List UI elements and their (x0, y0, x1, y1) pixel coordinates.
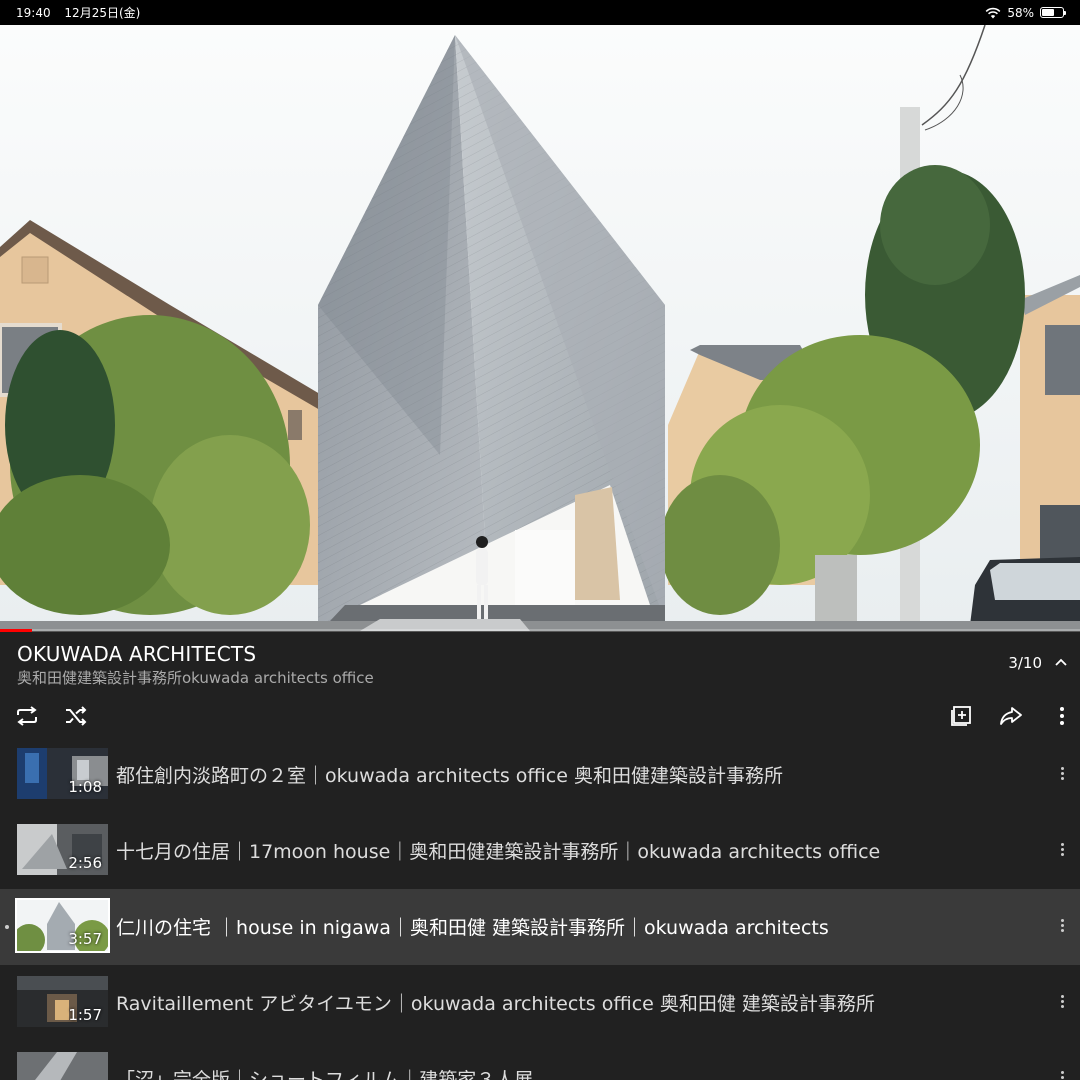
playlist-header: OKUWADA ARCHITECTS 奥和田健建築設計事務所okuwada ar… (0, 632, 1080, 742)
video-player[interactable] (0, 25, 1080, 631)
battery-level (1042, 9, 1054, 16)
save-to-playlist-button[interactable] (947, 702, 975, 730)
share-icon (1000, 707, 1022, 725)
battery-icon (1040, 7, 1066, 18)
video-title: Ravitaillement アビタイユモン｜okuwada architect… (116, 993, 875, 1015)
shuffle-button[interactable] (62, 702, 90, 730)
more-vert-icon[interactable] (1056, 991, 1068, 1011)
save-to-playlist-icon (951, 706, 971, 726)
playlist-items: 1:08 都住創内淡路町の２室｜okuwada architects offic… (0, 737, 1080, 1080)
more-vert-icon[interactable] (1056, 763, 1068, 783)
video-duration: 1:08 (68, 778, 102, 796)
video-frame (0, 25, 1080, 631)
video-duration: 1:57 (68, 1006, 102, 1024)
video-thumbnail[interactable]: 1:57 (17, 976, 108, 1027)
more-vert-icon[interactable] (1056, 915, 1068, 935)
more-vert-icon[interactable] (1056, 1067, 1068, 1080)
shuffle-icon (66, 706, 87, 726)
video-thumbnail[interactable] (17, 1052, 108, 1080)
playlist-item[interactable]: 1:57 Ravitaillement アビタイユモン｜okuwada arch… (0, 965, 1080, 1041)
repeat-button[interactable] (13, 702, 41, 730)
more-vert-icon[interactable] (1056, 839, 1068, 859)
status-date: 12月25日(金) (64, 6, 141, 20)
more-vert-icon (1060, 707, 1064, 725)
video-title: 十七月の住居｜17moon house｜奥和田健建築設計事務所｜okuwada … (116, 841, 881, 863)
video-thumbnail[interactable]: 1:08 (17, 748, 108, 799)
playlist-position: 3/10 (1008, 654, 1042, 672)
now-playing-indicator (5, 925, 9, 929)
video-duration: 2:56 (68, 854, 102, 872)
thumbnail-image (17, 1052, 108, 1080)
video-thumbnail[interactable]: 3:57 (15, 898, 110, 953)
playlist-item[interactable]: 2:56 十七月の住居｜17moon house｜奥和田健建築設計事務所｜oku… (0, 813, 1080, 889)
playlist-channel: 奥和田健建築設計事務所okuwada architects office (17, 669, 374, 687)
wifi-icon (985, 7, 1001, 18)
chevron-up-icon[interactable] (1050, 652, 1072, 672)
video-thumbnail[interactable]: 2:56 (17, 824, 108, 875)
repeat-icon (17, 706, 37, 726)
video-title: 都住創内淡路町の２室｜okuwada architects office 奥和田… (116, 765, 783, 787)
video-duration: 3:57 (68, 930, 102, 948)
video-title: 「沼」完全版｜ショートフィルム｜建築家３人展 (116, 1069, 534, 1080)
playlist-title: OKUWADA ARCHITECTS (17, 642, 257, 666)
playlist-item-current[interactable]: 3:57 仁川の住宅 ｜house in nigawa｜奥和田健 建築設計事務所… (0, 889, 1080, 965)
playlist-item[interactable]: 1:08 都住創内淡路町の２室｜okuwada architects offic… (0, 737, 1080, 813)
video-title: 仁川の住宅 ｜house in nigawa｜奥和田健 建築設計事務所｜okuw… (116, 917, 829, 939)
more-options-button[interactable] (1048, 702, 1076, 730)
status-time: 19:40 (16, 6, 51, 20)
battery-percent: 58% (1007, 5, 1034, 20)
playlist-item[interactable]: 「沼」完全版｜ショートフィルム｜建築家３人展 (0, 1041, 1080, 1080)
share-button[interactable] (997, 702, 1025, 730)
status-bar: 19:40 12月25日(金) 58% (0, 0, 1080, 25)
